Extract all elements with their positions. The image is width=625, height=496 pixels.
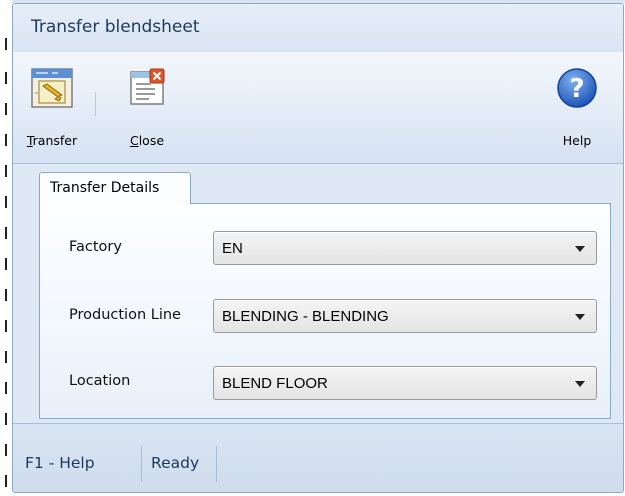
close-label: Close (129, 133, 165, 148)
title-bar: Transfer blendsheet (13, 4, 623, 52)
production-line-dropdown[interactable]: BLENDING - BLENDING (213, 299, 597, 333)
svg-text:?: ? (569, 74, 584, 104)
background-window-edge (0, 0, 12, 496)
status-bar: F1 - Help Ready (13, 423, 623, 492)
factory-label: Factory (69, 239, 122, 255)
tab-transfer-details[interactable]: Transfer Details (39, 172, 191, 204)
dialog-content: Transfer Details Factory EN Production L… (13, 165, 623, 423)
transfer-label: Transfer (26, 133, 78, 148)
location-value: BLEND FLOOR (222, 375, 328, 392)
help-button[interactable]: ? Help (545, 52, 609, 164)
help-label: Help (562, 133, 592, 148)
chevron-down-icon (575, 314, 585, 320)
status-separator (141, 446, 142, 482)
production-line-label: Production Line (69, 307, 181, 323)
transfer-icon (28, 66, 76, 114)
location-dropdown[interactable]: BLEND FLOOR (213, 366, 597, 400)
toolbar-separator (95, 92, 96, 116)
status-state: Ready (151, 454, 200, 472)
location-label: Location (69, 373, 131, 389)
help-icon: ? (555, 66, 599, 114)
factory-dropdown[interactable]: EN (213, 231, 597, 265)
toolbar: Transfer Close ? Help (13, 52, 623, 164)
chevron-down-icon (575, 246, 585, 252)
transfer-button[interactable]: Transfer (21, 52, 83, 164)
chevron-down-icon (575, 381, 585, 387)
close-button[interactable]: Close (117, 52, 177, 164)
production-line-value: BLENDING - BLENDING (222, 308, 389, 325)
status-help: F1 - Help (25, 454, 95, 472)
window-title: Transfer blendsheet (31, 17, 200, 37)
transfer-blendsheet-dialog: Transfer blendsheet Transfer Close ? Hel… (12, 3, 624, 493)
tab-label: Transfer Details (50, 180, 160, 196)
close-document-icon (125, 66, 169, 114)
status-separator (216, 446, 217, 482)
factory-value: EN (222, 240, 243, 257)
